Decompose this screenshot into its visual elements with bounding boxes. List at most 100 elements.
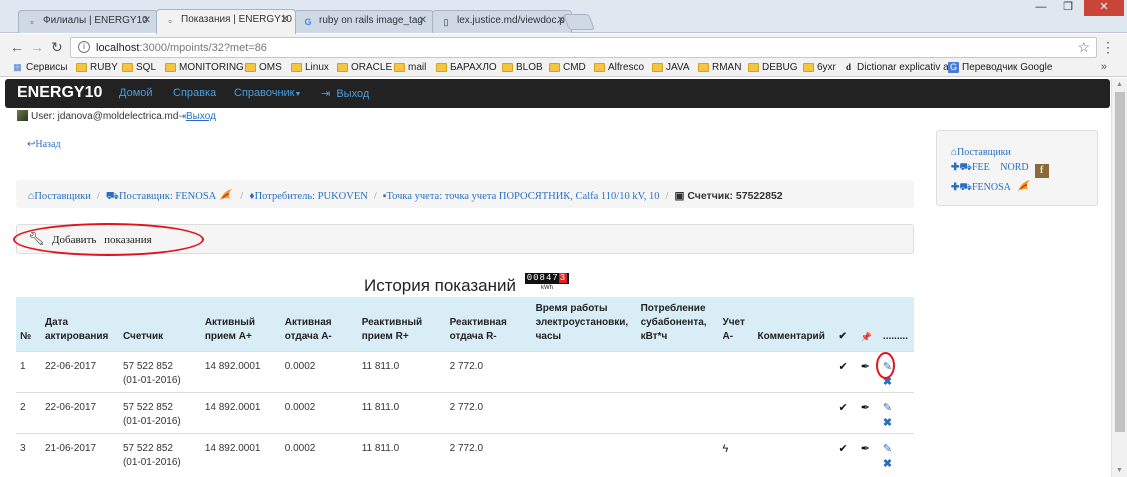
minimize-icon[interactable]: — <box>1028 0 1054 16</box>
counter-digits: 00847 <box>526 273 559 283</box>
back-arrow-icon[interactable]: ← <box>10 39 24 55</box>
edit-icon[interactable]: ✎ <box>883 401 892 415</box>
scroll-down-icon[interactable]: ▼ <box>1116 467 1123 474</box>
breadcrumb-consumer[interactable]: ♦Потребитель: PUKOVEN <box>249 191 368 202</box>
bookmark-label: MONITORING <box>179 62 244 73</box>
browser-tab-bar: ▫ Филиалы | ENERGY10 ✕ ▫ Показания | ENE… <box>0 0 1127 34</box>
scroll-up-icon[interactable]: ▲ <box>1116 81 1123 88</box>
new-tab-button[interactable] <box>563 14 595 30</box>
breadcrumb-suppliers[interactable]: ⌂Поставщики <box>28 191 91 202</box>
col-account: Учет А- <box>718 297 754 351</box>
col-meter: Счетчик <box>118 297 201 351</box>
supplier-item-fenosa[interactable]: ✚⛟FENOSA <box>951 178 1097 195</box>
col-active-out: Активная отдача А- <box>280 297 358 351</box>
check-icon[interactable]: ✔ <box>838 442 847 456</box>
bookmark-barahlo[interactable]: БАРАХЛО <box>436 62 497 73</box>
panel-title-link[interactable]: ⌂Поставщики <box>951 145 1097 160</box>
close-tab-icon[interactable]: ✕ <box>281 14 289 25</box>
counter-unit: kWh <box>540 285 553 291</box>
address-bar[interactable]: i localhost:3000/mpoints/32?met=86 ☆ <box>70 37 1097 58</box>
bookmark-label: Dictionar explicativ al <box>857 62 951 73</box>
breadcrumb-point[interactable]: ▪Точка учета: точка учета ПОРОСЯТНИК, Ca… <box>383 191 660 202</box>
folder-icon <box>245 63 256 72</box>
check-icon[interactable]: ✔ <box>838 360 847 374</box>
bookmark-services[interactable]: ▦ Сервисы <box>12 62 67 73</box>
bookmark-label: 6yxr <box>817 62 836 73</box>
cell-hours <box>531 432 637 474</box>
bookmark-cmd[interactable]: CMD <box>549 62 586 73</box>
cell-active-out: 0.0002 <box>280 391 358 433</box>
nav-help[interactable]: Справка <box>173 87 216 99</box>
tab-lex[interactable]: ▯ lex.justice.md/viewdoc.p ✕ <box>432 10 572 33</box>
cell-account: ϟ <box>718 432 754 474</box>
energy-counter-icon: 008473 kWh <box>524 265 570 292</box>
meter-date: (01-01-2016) <box>122 415 181 427</box>
bookmark-java[interactable]: JAVA <box>652 62 690 73</box>
delete-icon[interactable]: ✖ <box>883 457 892 471</box>
browser-menu-icon[interactable]: ⋮ <box>1101 39 1115 56</box>
cell-meter: 57 522 852 (01-01-2016) <box>118 350 201 392</box>
bookmark-6yxr[interactable]: 6yxr <box>803 62 836 73</box>
close-tab-icon[interactable]: ✕ <box>419 15 427 26</box>
meter-number: 57 522 852 <box>122 360 173 372</box>
bookmark-oms[interactable]: OMS <box>245 62 282 73</box>
fee-logo-icon: f <box>1034 164 1049 178</box>
google-icon: G <box>304 17 312 27</box>
bookmark-label: CMD <box>563 62 586 73</box>
app-brand[interactable]: ENERGY10 <box>17 84 102 102</box>
bookmark-rman[interactable]: RMAN <box>698 62 741 73</box>
reload-icon[interactable]: ↻ <box>51 39 63 55</box>
nav-logout[interactable]: ⇥ Выход <box>321 87 369 100</box>
cell-account <box>718 350 754 392</box>
cell-check: ✔ <box>834 350 857 392</box>
back-link[interactable]: ↩Назад <box>27 139 61 150</box>
nav-home[interactable]: Домой <box>119 87 153 99</box>
nav-reference-dropdown[interactable]: Справочник▼ <box>234 87 301 99</box>
page-scrollbar[interactable]: ▲ ▼ <box>1111 78 1127 477</box>
bookmark-alfresco[interactable]: Alfresco <box>594 62 644 73</box>
delete-icon[interactable]: ✖ <box>883 416 892 430</box>
cell-reactive-in: 11 811.0 <box>357 350 446 392</box>
bookmark-dex[interactable]: d Dictionar explicativ al <box>843 62 951 73</box>
pin-icon[interactable]: ✒︎ <box>861 360 870 374</box>
check-icon[interactable]: ✔ <box>838 401 847 415</box>
pin-icon[interactable]: ✒︎ <box>861 401 870 415</box>
more-bookmarks-icon[interactable]: » <box>1101 61 1107 73</box>
meter-icon: ▣ <box>674 190 685 202</box>
scrollbar-thumb[interactable] <box>1115 92 1125 432</box>
bookmark-blob[interactable]: BLOB <box>502 62 543 73</box>
breadcrumb-label: Поставщики <box>34 191 91 202</box>
tab-readings[interactable]: ▫ Показания | ENERGY10 ✕ <box>156 9 296 34</box>
pin-icon[interactable]: ✒︎ <box>861 442 870 456</box>
col-sub-consumption: Потребление субабонента, кВт*ч <box>636 297 719 351</box>
bookmark-mail[interactable]: mail <box>394 62 426 73</box>
tab-ruby[interactable]: G ruby on rails image_tag ✕ <box>294 10 434 33</box>
edit-icon[interactable]: ✎ <box>883 442 892 456</box>
bookmark-translate[interactable]: G Переводчик Google <box>948 62 1052 73</box>
user-logout-link[interactable]: Выход <box>186 111 216 122</box>
bookmark-oracle[interactable]: ORACLE <box>337 62 392 73</box>
close-tab-icon[interactable]: ✕ <box>143 15 151 26</box>
bookmark-debug[interactable]: DEBUG <box>748 62 798 73</box>
breadcrumb-supplier[interactable]: ⛟Поставщик: FENOSA <box>106 191 216 202</box>
bookmark-label: Переводчик Google <box>962 62 1053 73</box>
col-actions: ......... <box>878 297 914 351</box>
cell-hours <box>531 391 637 433</box>
close-window-icon[interactable]: ✕ <box>1084 0 1124 16</box>
check-icon: ✔ <box>834 297 857 351</box>
bookmark-label: Linux <box>305 62 329 73</box>
bookmark-sql[interactable]: SQL <box>122 62 156 73</box>
cell-date: 22-06-2017 <box>40 391 119 433</box>
table-header-row: № Дата актирования Счетчик Активный прие… <box>16 297 914 351</box>
info-icon[interactable]: i <box>78 41 90 53</box>
bookmark-linux[interactable]: Linux <box>291 62 329 73</box>
bookmark-monitoring[interactable]: MONITORING <box>165 62 244 73</box>
folder-icon <box>803 63 814 72</box>
tab-filials[interactable]: ▫ Филиалы | ENERGY10 ✕ <box>18 10 158 33</box>
bookmark-ruby[interactable]: RUBY <box>76 62 118 73</box>
nav-reference-label: Справочник <box>234 87 295 99</box>
maximize-icon[interactable]: ❐ <box>1055 0 1081 16</box>
bookmark-star-icon[interactable]: ☆ <box>1077 39 1090 56</box>
supplier-item-fee-nord[interactable]: ✚⛟FEE NORD f <box>951 160 1097 178</box>
forward-arrow-icon[interactable]: → <box>30 39 44 55</box>
